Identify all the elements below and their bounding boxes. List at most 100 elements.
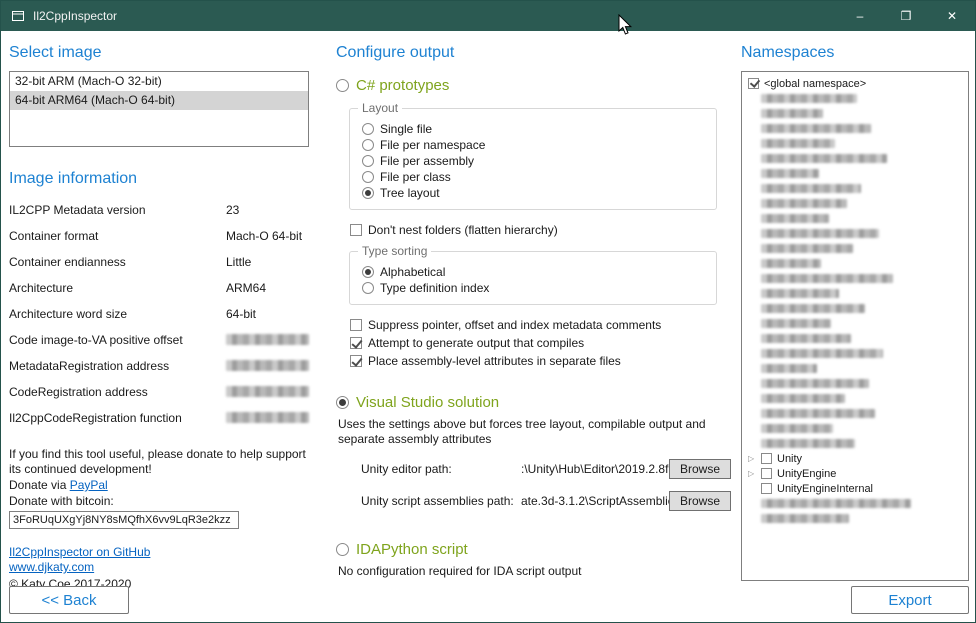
namespace-item[interactable] [742, 391, 968, 406]
image-list[interactable]: 32-bit ARM (Mach-O 32-bit)64-bit ARM64 (… [9, 71, 309, 147]
redacted-namespace-text [761, 94, 857, 103]
namespace-item[interactable] [742, 406, 968, 421]
donate-via-line: Donate via PayPal [9, 478, 309, 493]
namespace-list[interactable]: <global namespace> ▷Unity▷UnityEngineUnit… [741, 71, 969, 581]
info-value: ARM64 [226, 281, 309, 295]
image-list-item[interactable]: 64-bit ARM64 (Mach-O 64-bit) [10, 91, 308, 110]
output-option-checkbox[interactable]: Attempt to generate output that compiles [350, 335, 731, 350]
app-icon [11, 9, 25, 23]
redacted-namespace-text [761, 274, 893, 283]
namespace-item[interactable] [742, 181, 968, 196]
redacted-namespace-text [761, 439, 855, 448]
checkbox-icon [350, 319, 362, 331]
layout-options: Single file File per namespaceFile per as… [362, 121, 716, 201]
paypal-link[interactable]: PayPal [70, 478, 108, 492]
radio-icon [362, 171, 374, 183]
namespace-item[interactable] [742, 421, 968, 436]
window-controls: – ❒ ✕ [837, 1, 975, 31]
option-label: File per namespace [380, 138, 485, 152]
namespace-item[interactable] [742, 271, 968, 286]
option-label: Don't nest folders (flatten hierarchy) [368, 223, 558, 237]
type-sorting-option[interactable]: Type definition index [362, 280, 716, 296]
donate-bitcoin-label: Donate with bitcoin: [9, 494, 309, 509]
namespace-item[interactable] [742, 496, 968, 511]
radio-csharp-prototypes[interactable]: C# prototypes [336, 77, 731, 94]
namespace-item[interactable] [742, 511, 968, 526]
namespace-item[interactable] [742, 136, 968, 151]
output-option-checkbox[interactable]: Place assembly-level attributes in separ… [350, 353, 731, 368]
namespace-item[interactable] [742, 166, 968, 181]
namespace-item[interactable] [742, 376, 968, 391]
namespace-item[interactable] [742, 91, 968, 106]
info-value [226, 386, 309, 397]
redacted-namespace-text [761, 319, 831, 328]
info-value [226, 412, 309, 423]
namespace-item[interactable] [742, 346, 968, 361]
info-row: Code image-to-VA positive offset [9, 333, 309, 359]
namespace-item[interactable] [742, 361, 968, 376]
type-sorting-groupbox: Type sorting AlphabeticalType definition… [349, 251, 717, 305]
namespace-item[interactable] [742, 121, 968, 136]
namespace-item[interactable]: <global namespace> [742, 76, 968, 91]
browse-editor-path-button[interactable]: Browse [669, 459, 731, 479]
namespace-item[interactable]: UnityEngineInternal [742, 481, 968, 496]
layout-option[interactable]: File per assembly [362, 153, 716, 169]
minimize-button[interactable]: – [837, 1, 883, 31]
expander-icon[interactable]: ▷ [748, 466, 761, 481]
namespace-item[interactable] [742, 211, 968, 226]
unity-script-assemblies-label: Unity script assemblies path: [361, 494, 521, 508]
radio-idapython[interactable]: IDAPython script [336, 541, 731, 558]
image-list-item[interactable]: 32-bit ARM (Mach-O 32-bit) [10, 72, 308, 91]
namespace-item[interactable] [742, 151, 968, 166]
checkbox-icon [350, 355, 362, 367]
back-button[interactable]: << Back [9, 586, 129, 614]
expander-icon[interactable]: ▷ [748, 451, 761, 466]
namespace-item[interactable] [742, 256, 968, 271]
export-button[interactable]: Export [851, 586, 969, 614]
info-row: MetadataRegistration address [9, 359, 309, 385]
layout-option[interactable]: Single file [362, 121, 716, 137]
namespace-item[interactable] [742, 436, 968, 451]
namespace-item[interactable]: ▷UnityEngine [742, 466, 968, 481]
github-link[interactable]: Il2CppInspector on GitHub [9, 545, 309, 560]
namespace-item[interactable] [742, 331, 968, 346]
namespace-item[interactable]: ▷Unity [742, 451, 968, 466]
unity-script-assemblies-row: Unity script assemblies path: ate.3d-3.1… [361, 491, 731, 511]
namespace-item[interactable] [742, 301, 968, 316]
layout-option[interactable]: File per namespace [362, 137, 716, 153]
radio-icon [336, 79, 349, 92]
titlebar: Il2CppInspector – ❒ ✕ [1, 1, 975, 31]
namespace-item[interactable] [742, 316, 968, 331]
layout-option[interactable]: File per class [362, 169, 716, 185]
redacted-namespace-text [761, 364, 817, 373]
info-key: Container endianness [9, 255, 226, 269]
namespace-item[interactable] [742, 286, 968, 301]
redacted-namespace-text [761, 289, 839, 298]
bitcoin-address-input[interactable] [9, 511, 239, 529]
output-option-checkbox[interactable]: Suppress pointer, offset and index metad… [350, 317, 731, 332]
info-row: Container endiannessLittle [9, 255, 309, 281]
namespace-item[interactable] [742, 196, 968, 211]
browse-script-assemblies-button[interactable]: Browse [669, 491, 731, 511]
website-link[interactable]: www.djkaty.com [9, 560, 309, 575]
type-sorting-option[interactable]: Alphabetical [362, 264, 716, 280]
namespace-checkbox-icon[interactable] [761, 453, 772, 464]
info-key: MetadataRegistration address [9, 359, 226, 373]
info-key: Architecture [9, 281, 226, 295]
option-label: Single file [380, 122, 432, 136]
close-button[interactable]: ✕ [929, 1, 975, 31]
info-row: CodeRegistration address [9, 385, 309, 411]
maximize-button[interactable]: ❒ [883, 1, 929, 31]
image-info-table: IL2CPP Metadata version23Container forma… [9, 203, 309, 437]
namespace-item[interactable] [742, 226, 968, 241]
radio-vs-solution[interactable]: Visual Studio solution [336, 394, 731, 411]
flatten-checkbox[interactable]: Don't nest folders (flatten hierarchy) [350, 222, 731, 237]
namespace-checkbox-icon[interactable] [761, 483, 772, 494]
layout-option[interactable]: Tree layout [362, 185, 716, 201]
info-key: Architecture word size [9, 307, 226, 321]
namespace-item[interactable] [742, 106, 968, 121]
namespace-checkbox-icon[interactable] [748, 78, 759, 89]
namespace-checkbox-icon[interactable] [761, 468, 772, 479]
namespace-item[interactable] [742, 241, 968, 256]
redacted-namespace-text [761, 304, 865, 313]
